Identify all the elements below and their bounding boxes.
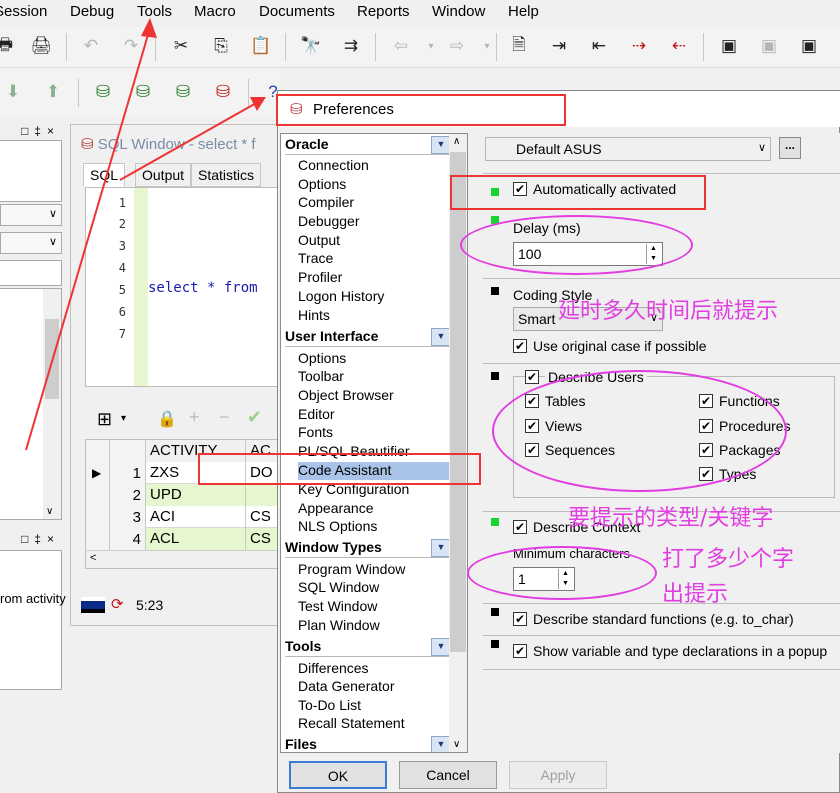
annotation-arrow-to-preferences	[119, 101, 259, 181]
annotation-types-note: 要提示的类型/关键字	[568, 506, 774, 531]
highlight-auto-activated	[450, 175, 706, 210]
annotation-arrow-to-tools	[25, 27, 151, 451]
annotation-min-chars-note: 打了多少个字	[662, 547, 795, 572]
highlight-types	[492, 370, 787, 492]
highlight-delay	[460, 215, 693, 275]
highlight-min-chars	[467, 546, 657, 600]
annotation-min-chars-note-2: 出提示	[662, 582, 729, 607]
annotation-delay-note: 延时多久时间后就提示	[558, 299, 779, 324]
highlight-code-assistant	[198, 453, 481, 485]
screenshot: Session Debug Tools Macro Documents Repo…	[0, 0, 840, 793]
arrowhead-icon	[250, 97, 266, 111]
highlight-preferences-title	[276, 94, 566, 126]
arrowhead-icon	[141, 18, 157, 38]
